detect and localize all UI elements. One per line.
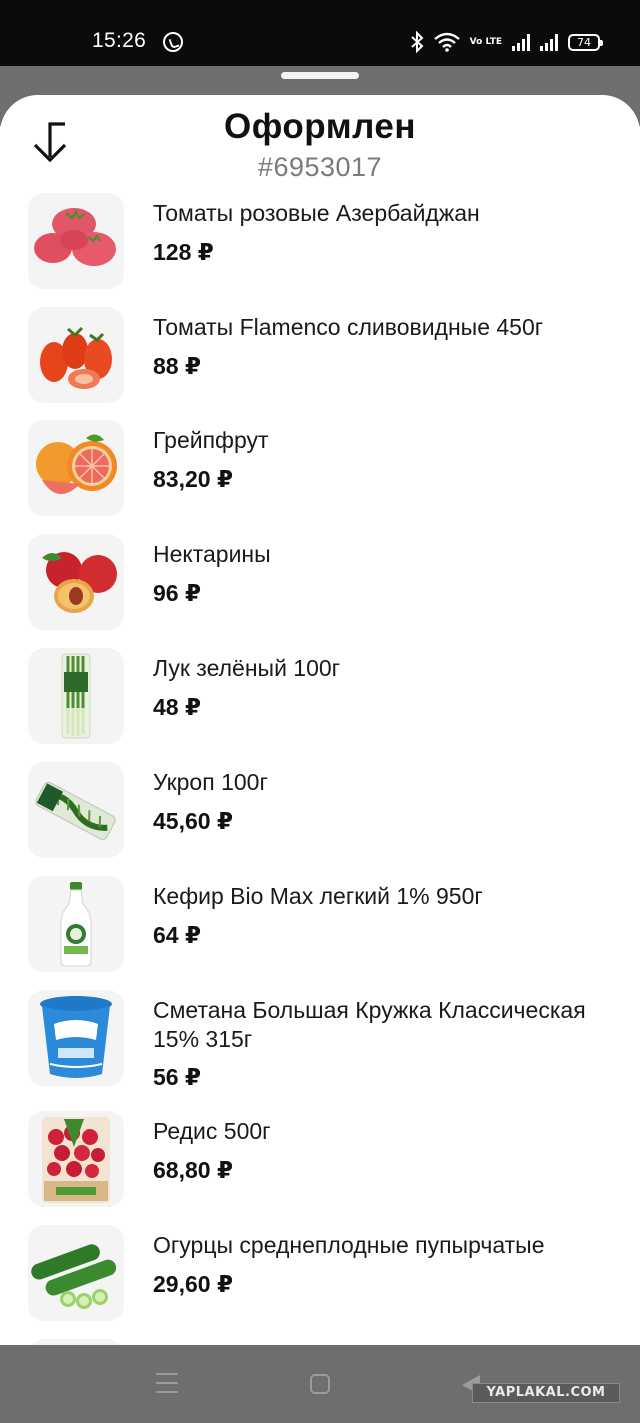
sour-cream-cup-image [40, 996, 112, 1078]
page-title: Оформлен [224, 107, 416, 146]
product-price: 128 ₽ [153, 239, 214, 265]
plum-tomatoes-image [40, 326, 112, 389]
recent-apps-button[interactable] [156, 1373, 178, 1393]
status-bar: 15:26 Vo LTE 74 [0, 0, 640, 66]
green-onion-image [61, 653, 91, 739]
dill-image [35, 781, 116, 840]
product-price: 88 ₽ [153, 353, 201, 379]
radish-pack-image [42, 1117, 110, 1203]
product-thumbnail [28, 1225, 124, 1321]
product-thumbnail [28, 648, 124, 744]
product-name: Сметана Большая Кружка Классическая 15% … [153, 997, 586, 1052]
product-name: Грейпфрут [153, 427, 269, 453]
product-price: 64 ₽ [153, 922, 201, 948]
product-name: Огурцы среднеплодные пупырчатые [153, 1232, 545, 1258]
signal-icon-2 [540, 33, 558, 51]
kefir-bottle-image [60, 882, 92, 967]
battery-icon: 74 [568, 33, 603, 51]
cucumbers-image [31, 1244, 117, 1309]
grapefruit-image [36, 434, 117, 495]
product-name: Кефир Bio Max легкий 1% 950г [153, 883, 483, 909]
wifi-icon [433, 32, 460, 52]
product-price: 29,60 ₽ [153, 1271, 233, 1297]
product-thumbnail [28, 534, 124, 630]
product-price: 48 ₽ [153, 694, 201, 720]
product-thumbnail [28, 420, 124, 516]
product-price: 45,60 ₽ [153, 808, 233, 834]
order-number: #6953017 [257, 152, 383, 182]
volte-label: Vo LTE [469, 36, 502, 47]
product-price: 56 ₽ [153, 1064, 201, 1090]
product-name: Томаты Flamenco сливовидные 450г [153, 314, 544, 340]
product-name: Укроп 100г [153, 769, 268, 795]
product-thumbnail [28, 307, 124, 403]
product-name: Лук зелёный 100г [153, 655, 341, 681]
product-thumbnail [28, 990, 124, 1086]
home-button[interactable] [310, 1374, 330, 1394]
product-thumbnail [28, 193, 124, 289]
product-thumbnail [28, 762, 124, 858]
status-time: 15:26 [92, 29, 147, 52]
product-name: Нектарины [153, 541, 271, 567]
product-price: 68,80 ₽ [153, 1157, 233, 1183]
system-nav-bar: YAPLAKAL.COM [0, 1345, 640, 1423]
product-name: Томаты розовые Азербайджан [153, 200, 480, 226]
sheet-grabber-handle[interactable] [281, 72, 359, 79]
watermark-label: YAPLAKAL.COM [472, 1383, 620, 1403]
whatsapp-icon [163, 32, 183, 52]
order-sheet: Оформлен #6953017 Томаты розовые Азербай… [0, 95, 640, 1345]
product-thumbnail [28, 876, 124, 972]
product-thumbnail [28, 1111, 124, 1207]
pink-tomatoes-image [34, 208, 116, 266]
product-price: 96 ₽ [153, 580, 201, 606]
product-price: 83,20 ₽ [153, 466, 233, 492]
status-icons: Vo LTE 74 [410, 30, 603, 54]
nectarines-image [42, 552, 117, 613]
product-name: Редис 500г [153, 1118, 271, 1144]
bluetooth-icon [411, 31, 424, 53]
signal-icon [512, 33, 530, 51]
